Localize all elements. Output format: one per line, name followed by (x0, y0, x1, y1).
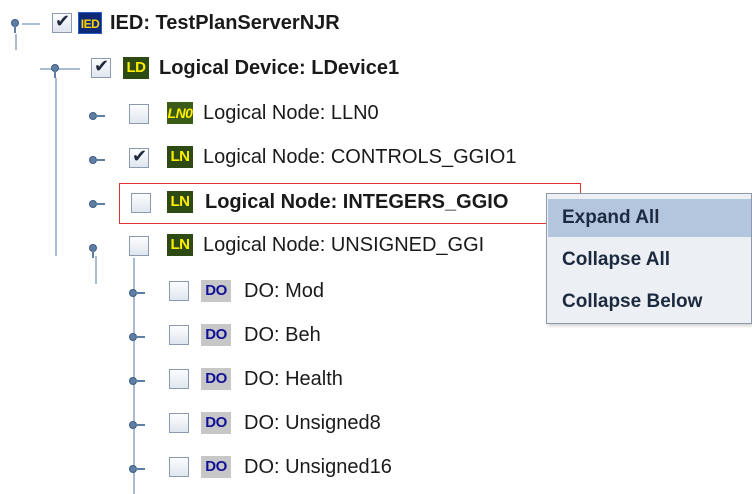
expand-handle-icon[interactable] (89, 197, 105, 211)
data-object-checkbox[interactable] (169, 413, 189, 433)
data-object-label[interactable]: DO: Mod (244, 279, 324, 303)
data-object-icon: DO (201, 280, 231, 302)
data-object-label[interactable]: DO: Unsigned8 (244, 411, 381, 435)
ied-checkbox[interactable]: ✔ (52, 11, 72, 33)
logical-node-checkbox[interactable]: ✔ (129, 146, 149, 168)
logical-node-icon: LN (167, 191, 193, 213)
logical-node-icon: LN (167, 146, 193, 168)
expand-handle-icon[interactable] (89, 153, 105, 167)
logical-node-label[interactable]: Logical Node: CONTROLS_GGIO1 (203, 145, 516, 169)
logical-node-checkbox[interactable] (131, 193, 151, 213)
logical-device-icon: LD (123, 57, 149, 79)
logical-node-zero-icon: LN0 (167, 102, 193, 124)
expand-handle-icon[interactable] (51, 61, 65, 78)
check-mark-icon: ✔ (132, 146, 148, 167)
logical-node-label-selected[interactable]: Logical Node: INTEGERS_GGIO (205, 190, 508, 214)
data-object-checkbox[interactable] (169, 325, 189, 345)
logical-node-checkbox[interactable] (129, 236, 149, 256)
check-mark-icon: ✔ (94, 56, 110, 77)
expand-handle-icon[interactable] (11, 16, 25, 33)
ied-icon: IED (78, 12, 102, 34)
menu-item-collapse-all[interactable]: Collapse All (548, 241, 751, 279)
check-mark-icon: ✔ (55, 11, 71, 32)
data-object-icon: DO (201, 412, 231, 434)
tree-connector (55, 78, 57, 256)
context-menu: Expand All Collapse All Collapse Below (546, 193, 752, 324)
expand-handle-icon[interactable] (89, 241, 103, 258)
data-object-checkbox[interactable] (169, 457, 189, 477)
data-object-checkbox[interactable] (169, 281, 189, 301)
expand-handle-icon[interactable] (129, 330, 145, 344)
data-object-icon: DO (201, 324, 231, 346)
tree-view: ✔ IED IED: TestPlanServerNJR ✔ LD Logica… (0, 0, 752, 494)
data-object-label[interactable]: DO: Beh (244, 323, 321, 347)
data-object-label[interactable]: DO: Health (244, 367, 343, 391)
data-object-label[interactable]: DO: Unsigned16 (244, 455, 392, 479)
ied-label[interactable]: IED: TestPlanServerNJR (110, 11, 340, 35)
expand-handle-icon[interactable] (129, 286, 145, 300)
data-object-icon: DO (201, 456, 231, 478)
expand-handle-icon[interactable] (129, 462, 145, 476)
expand-handle-icon[interactable] (129, 418, 145, 432)
logical-node-icon: LN (167, 234, 193, 256)
expand-handle-icon[interactable] (129, 374, 145, 388)
tree-connector (95, 256, 97, 284)
tree-connector (15, 34, 17, 50)
data-object-icon: DO (201, 368, 231, 390)
logical-node-label[interactable]: Logical Node: LLN0 (203, 101, 379, 125)
logical-node-checkbox[interactable] (129, 104, 149, 124)
menu-item-expand-all[interactable]: Expand All (548, 199, 751, 237)
logical-device-label[interactable]: Logical Device: LDevice1 (159, 56, 399, 80)
expand-handle-icon[interactable] (89, 109, 105, 123)
logical-device-checkbox[interactable]: ✔ (91, 56, 111, 78)
data-object-checkbox[interactable] (169, 369, 189, 389)
logical-node-label[interactable]: Logical Node: UNSIGNED_GGI (203, 233, 484, 257)
menu-item-collapse-below[interactable]: Collapse Below (548, 283, 751, 321)
